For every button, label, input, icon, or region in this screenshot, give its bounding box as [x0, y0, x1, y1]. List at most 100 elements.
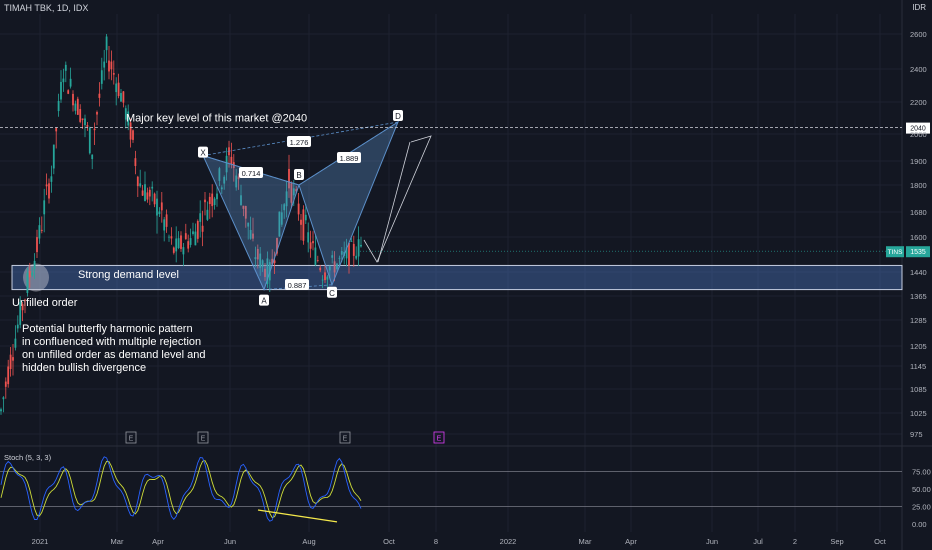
- stoch-d-line: [0, 460, 362, 519]
- candle-body: [201, 225, 204, 232]
- candle-body: [136, 176, 139, 187]
- candle-body: [45, 184, 48, 187]
- candle-body: [160, 202, 163, 211]
- time-tick-4: Aug: [302, 537, 315, 546]
- candle-body: [352, 243, 355, 256]
- candle-body: [230, 156, 233, 165]
- candle-body: [302, 209, 305, 241]
- candle-body: [117, 82, 120, 97]
- candle-body: [148, 189, 151, 197]
- price-tick-2: 2200: [910, 98, 927, 107]
- candle-body: [62, 78, 65, 83]
- candle-body: [38, 225, 41, 239]
- candle-body: [19, 302, 22, 325]
- candle-body: [0, 409, 2, 412]
- pattern-point-D: D: [395, 112, 401, 121]
- candle-body: [79, 109, 82, 122]
- candle-body: [132, 130, 134, 140]
- candle-body: [165, 214, 168, 227]
- pattern-point-X: X: [200, 149, 206, 158]
- price-tick-12: 1145: [910, 362, 926, 371]
- candle-body: [108, 60, 110, 72]
- candle-body: [314, 247, 317, 265]
- candle-body: [72, 93, 74, 106]
- candle-body: [74, 103, 77, 111]
- candle-body: [60, 81, 62, 100]
- candle-body: [151, 186, 154, 189]
- candle-body: [156, 198, 158, 216]
- candle-body: [81, 118, 84, 121]
- candle-body: [321, 279, 324, 281]
- price-tick-8: 1440: [910, 268, 927, 277]
- candle-body: [297, 203, 300, 215]
- candle-body: [21, 304, 24, 311]
- price-tick-15: 975: [910, 430, 923, 439]
- time-tick-11: Jul: [753, 537, 763, 546]
- candle-body: [312, 241, 314, 244]
- pattern-point-A: A: [261, 297, 267, 306]
- candle-body: [180, 235, 182, 249]
- candle-body: [319, 267, 322, 271]
- candle-body: [172, 247, 175, 253]
- ratio-label-3: 0.887: [288, 281, 307, 290]
- candle-body: [187, 241, 190, 249]
- price-tick-0: 2600: [910, 30, 927, 39]
- candle-body: [98, 93, 101, 98]
- candle-body: [316, 260, 319, 261]
- chart-canvas[interactable]: Strong demand levelUnfilled order X A B C D 0…: [0, 0, 932, 550]
- candle-body: [182, 247, 185, 255]
- price-tick-9: 1365: [910, 292, 927, 301]
- candle-body: [357, 239, 360, 257]
- time-tick-10: Jun: [706, 537, 718, 546]
- candle-body: [96, 111, 98, 115]
- price-tick-13: 1085: [910, 385, 927, 394]
- candle-body: [192, 231, 194, 234]
- candle-body: [100, 70, 103, 84]
- candle-body: [91, 154, 94, 160]
- candle-body: [355, 255, 358, 259]
- candle-body: [300, 219, 302, 225]
- candle-body: [55, 128, 58, 132]
- price-tick-6: 1680: [910, 208, 927, 217]
- candle-body: [84, 118, 86, 126]
- candle-body: [211, 193, 214, 207]
- candle-body: [213, 198, 216, 206]
- candle-body: [57, 101, 60, 112]
- candle-body: [9, 354, 12, 370]
- candle-body: [31, 272, 34, 276]
- candle-body: [206, 209, 209, 220]
- time-tick-14: Oct: [874, 537, 887, 546]
- tins-symbol: TINS: [888, 249, 903, 256]
- price-tick-3: 2000: [910, 130, 927, 139]
- last-price-value: 1535: [910, 249, 926, 256]
- candle-body: [93, 128, 96, 131]
- stoch-tick-3: 0.00: [912, 520, 927, 529]
- candle-body: [88, 127, 91, 154]
- chart-title: TIMAH TBK, 1D, IDX: [4, 3, 89, 13]
- candle-body: [115, 83, 118, 93]
- candle-body: [120, 93, 122, 102]
- candle-body: [146, 192, 149, 200]
- pattern-point-C: C: [329, 289, 335, 298]
- candle-body: [122, 91, 125, 103]
- price-tick-1: 2400: [910, 65, 927, 74]
- candle-body: [144, 184, 146, 202]
- description-line-3: hidden bullish divergence: [22, 362, 146, 374]
- candle-body: [199, 213, 202, 222]
- candle-body: [2, 397, 5, 400]
- candle-body: [158, 211, 161, 215]
- demand-zone: Strong demand levelUnfilled order: [11, 263, 903, 309]
- candle-body: [194, 231, 197, 246]
- price-tick-11: 1205: [910, 342, 927, 351]
- candle-body: [309, 242, 312, 249]
- ratio-label-0: 0.714: [242, 169, 261, 178]
- candle-body: [64, 64, 67, 71]
- earnings-marker-0: E: [129, 436, 134, 443]
- candle-body: [4, 381, 7, 387]
- candle-body: [50, 176, 53, 182]
- description-line-2: on unfilled order as demand level and: [22, 349, 205, 361]
- candle-body: [105, 36, 108, 51]
- candle-body: [26, 272, 29, 293]
- candle-body: [24, 299, 26, 301]
- price-tick-7: 1600: [910, 233, 927, 242]
